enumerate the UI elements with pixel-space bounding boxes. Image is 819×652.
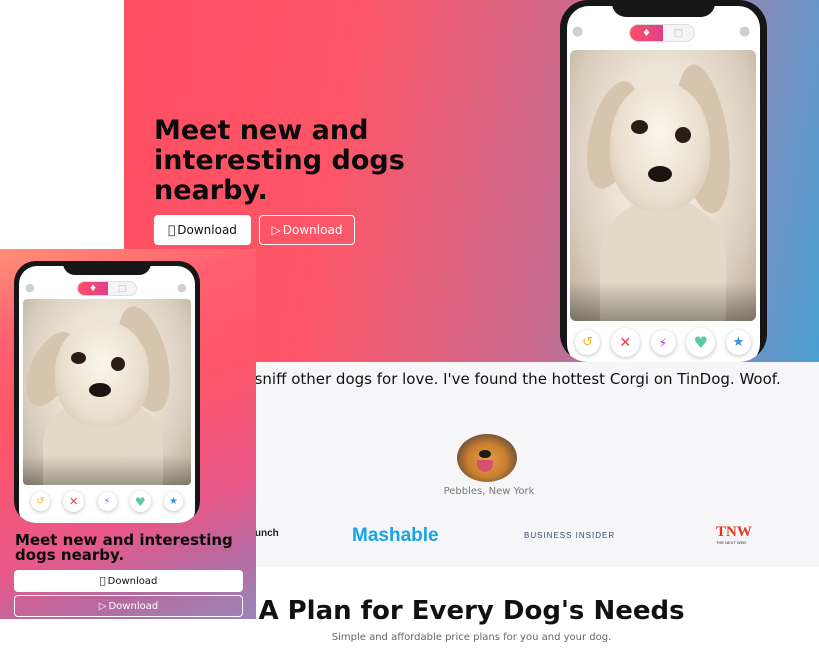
dog-head xyxy=(610,82,710,212)
mobile-phone-mockup: ● ♦ □ ● ↺ ✕ ⚡ ♥ ★ xyxy=(14,261,200,523)
press-logo-mashable: Mashable xyxy=(352,525,439,546)
play-store-icon: ▷ xyxy=(271,223,281,237)
mobile-download-play-button[interactable]: ▷ Download xyxy=(14,595,243,617)
download-play-label: Download xyxy=(282,223,343,237)
boost-icon[interactable]: ⚡ xyxy=(650,330,676,355)
dog-eye-left xyxy=(631,120,648,134)
phone-notch xyxy=(612,0,715,17)
flame-icon: ♦ xyxy=(630,25,663,41)
dog-photo[interactable] xyxy=(570,50,756,321)
dog-eye-right xyxy=(111,357,125,371)
book-icon: □ xyxy=(117,283,127,294)
dog-eye-left xyxy=(71,352,86,364)
book-icon: □ xyxy=(673,27,684,39)
play-store-icon: ▷ xyxy=(98,600,107,612)
dog-photo[interactable] xyxy=(23,299,191,485)
chat-icon: ● xyxy=(177,281,187,294)
testimonial-author: Pebbles, New York xyxy=(443,486,535,497)
mobile-phone-screen: ● ♦ □ ● ↺ ✕ ⚡ ♥ ★ xyxy=(19,266,195,523)
mobile-download-apple-button[interactable]:  Download xyxy=(14,570,243,592)
download-apple-label: Download xyxy=(173,223,237,237)
download-play-button[interactable]: ▷ Download xyxy=(259,215,355,245)
download-apple-label: Download xyxy=(104,575,158,587)
like-icon[interactable]: ♥ xyxy=(129,491,151,512)
pricing-subtitle: Simple and affordable price plans for yo… xyxy=(331,632,612,643)
super-like-icon[interactable]: ★ xyxy=(726,330,751,355)
mode-toggle[interactable]: ♦ □ xyxy=(77,281,137,296)
apple-icon:  xyxy=(100,576,106,587)
press-logo-tnw: TNW xyxy=(716,524,752,540)
press-logo-tnw-subtitle: THE NEXT WEB xyxy=(716,540,746,545)
like-icon[interactable]: ♥ xyxy=(686,328,716,357)
profile-icon: ● xyxy=(572,24,584,39)
testimonial-avatar xyxy=(457,434,517,482)
nope-icon[interactable]: ✕ xyxy=(610,328,640,357)
phone-notch xyxy=(63,261,151,275)
nope-icon[interactable]: ✕ xyxy=(63,491,85,512)
mobile-hero-title: Meet new and interesting dogs nearby. xyxy=(15,531,233,564)
mode-toggle[interactable]: ♦ □ xyxy=(629,24,695,42)
profile-icon: ● xyxy=(25,281,35,294)
mobile-hero-section: ● ♦ □ ● ↺ ✕ ⚡ ♥ ★ Meet new and interesti… xyxy=(0,249,256,619)
download-play-label: Download xyxy=(108,600,159,612)
dog-nose xyxy=(89,383,111,397)
swipe-actions: ↺ ✕ ⚡ ♥ ★ xyxy=(575,328,751,357)
dog-head xyxy=(55,321,149,427)
undo-icon[interactable]: ↺ xyxy=(575,330,600,355)
boost-icon[interactable]: ⚡ xyxy=(97,492,117,511)
super-like-icon[interactable]: ★ xyxy=(164,492,183,511)
chat-icon: ● xyxy=(739,24,751,39)
hero-title: Meet new and interesting dogs nearby. xyxy=(154,115,405,206)
phone-screen: ● ♦ □ ● ↺ ✕ ⚡ ♥ ★ xyxy=(567,6,760,362)
swipe-actions: ↺ ✕ ⚡ ♥ ★ xyxy=(31,491,183,512)
dog-nose xyxy=(648,166,672,182)
flame-icon: ♦ xyxy=(78,282,108,295)
undo-icon[interactable]: ↺ xyxy=(31,492,50,511)
apple-icon:  xyxy=(168,223,175,237)
press-logo-business-insider: BUSINESS INSIDER xyxy=(524,531,616,540)
download-apple-button[interactable]:  Download xyxy=(154,215,251,245)
phone-mockup: ● ♦ □ ● ↺ ✕ ⚡ ♥ ★ xyxy=(560,0,767,362)
dog-eye-right xyxy=(675,127,691,143)
